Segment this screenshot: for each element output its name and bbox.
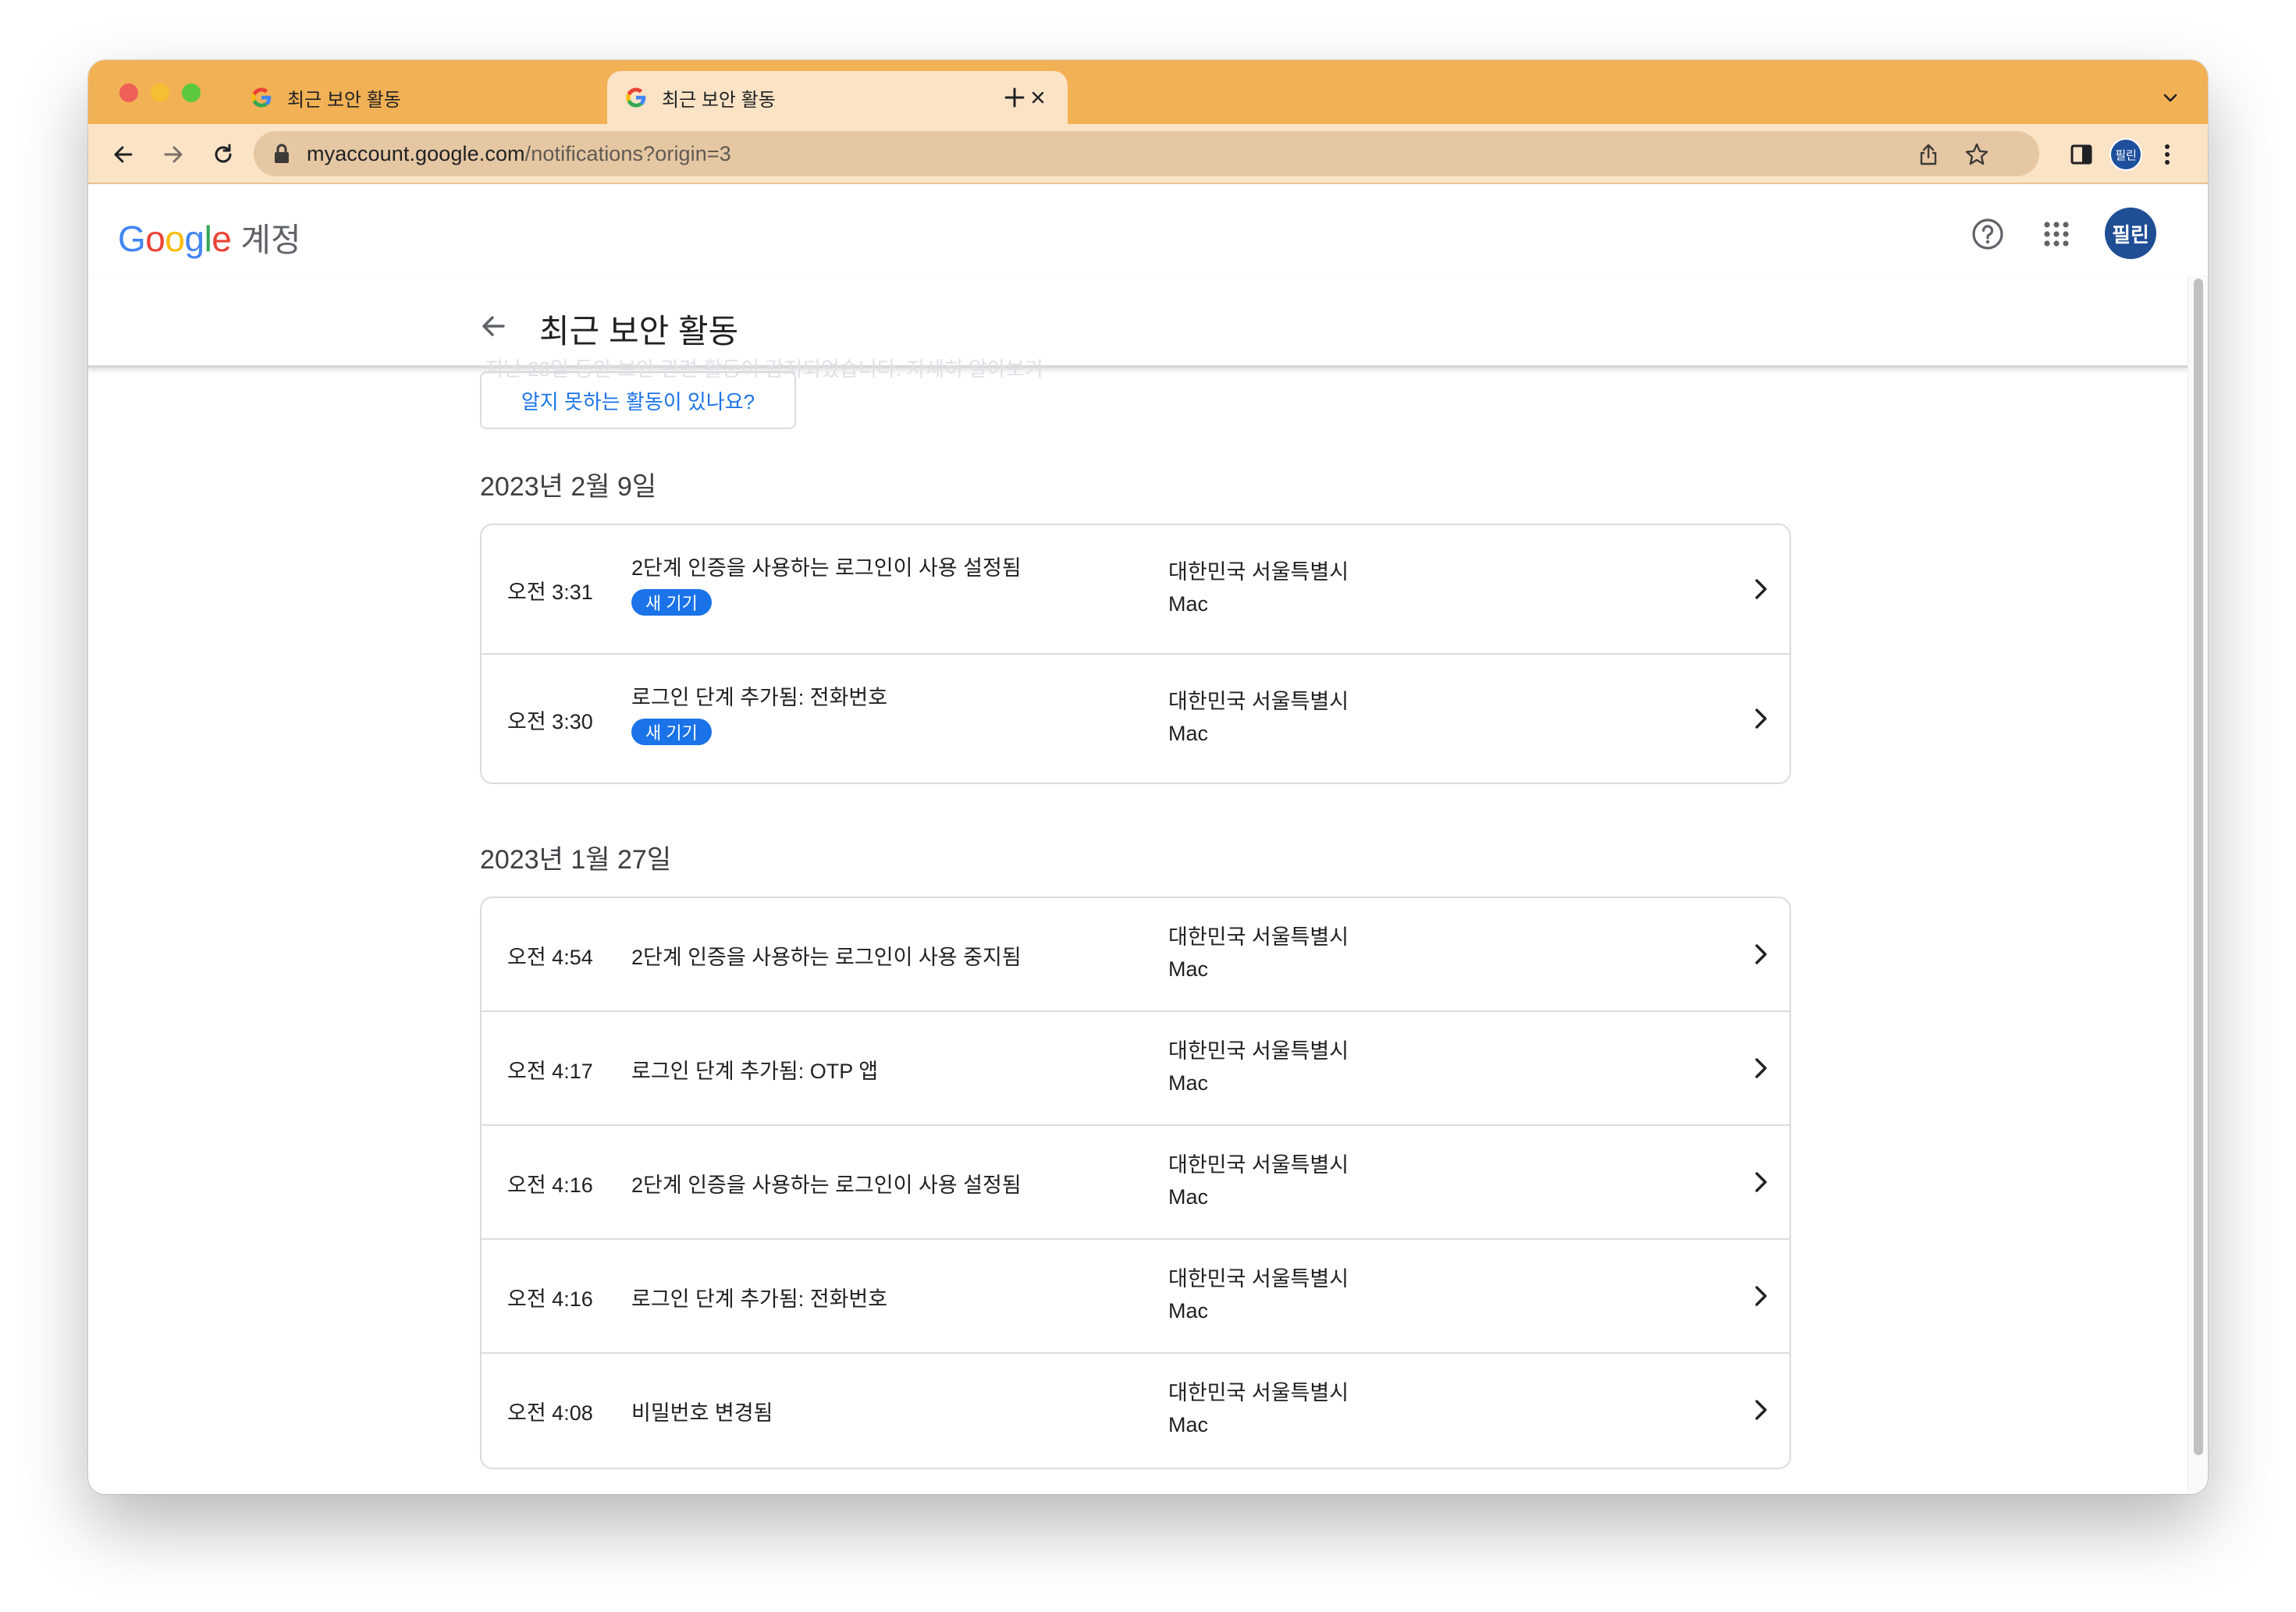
chevron-right-icon[interactable] [1746,573,1777,605]
tab-strip: 최근 보안 활동 최근 보안 활동 [88,60,2208,124]
account-avatar[interactable]: 필린 [2105,208,2156,259]
date-heading: 2023년 1월 27일 [480,845,672,875]
activity-time: 오전 4:54 [507,946,593,969]
activity-event: 로그인 단계 추가됨: OTP 앱 [631,1060,879,1083]
chevron-right-icon[interactable] [1746,1280,1777,1312]
page-viewport: Google 계정 필린 최근 보안 활동 지난 28일 동안 보안 관련 활동… [88,184,2208,1494]
page-description-obscured: 지난 28일 동안 보안 관련 활동이 감지되었습니다. 자세히 알아보기 [485,357,1043,381]
bookmark-star-icon[interactable] [1963,140,1991,169]
vertical-scrollbar[interactable] [2188,275,2208,1494]
share-icon[interactable] [1914,140,1942,169]
kebab-menu-icon[interactable] [2153,138,2181,171]
activity-event: 2단계 인증을 사용하는 로그인이 사용 중지됨 [631,946,1022,969]
new-tab-plus-icon[interactable] [997,80,1032,115]
activity-row[interactable]: 오전 3:31 2단계 인증을 사용하는 로그인이 사용 설정됨 새 기기 대한… [482,525,1790,655]
url-text: myaccount.google.com/notifications?origi… [307,142,731,166]
activity-event: 로그인 단계 추가됨: 전화번호 [631,1287,888,1311]
activity-location: 대한민국 서울특별시 Mac [1168,1267,1349,1323]
activity-time: 오전 4:17 [507,1060,593,1083]
google-account-header: Google 계정 필린 [88,184,2188,275]
activity-location: 대한민국 서울특별시 Mac [1168,1039,1349,1095]
activity-event: 2단계 인증을 사용하는 로그인이 사용 설정됨 [631,556,1022,580]
url-path: /notifications?origin=3 [524,141,731,165]
page-title: 최근 보안 활동 [539,313,739,350]
new-device-badge: 새 기기 [631,589,712,616]
apps-grid-icon[interactable] [2038,215,2075,253]
activity-time: 오전 4:16 [507,1287,593,1311]
activity-row[interactable]: 오전 3:30 로그인 단계 추가됨: 전화번호 새 기기 대한민국 서울특별시… [482,655,1790,783]
close-window-button[interactable] [119,83,138,102]
page-subheader: 최근 보안 활동 지난 28일 동안 보안 관련 활동이 감지되었습니다. 자세… [88,275,2188,381]
profile-button[interactable]: 필린 [2106,138,2145,171]
profile-avatar: 필린 [2109,138,2142,171]
activity-row[interactable]: 오전 4:17 로그인 단계 추가됨: OTP 앱 대한민국 서울특별시 Mac [482,1012,1790,1126]
activity-card: 오전 3:31 2단계 인증을 사용하는 로그인이 사용 설정됨 새 기기 대한… [480,524,1791,784]
activity-event: 비밀번호 변경됨 [631,1401,773,1425]
activity-time: 오전 3:30 [507,710,593,733]
chevron-right-icon[interactable] [1746,1394,1777,1426]
zoom-window-button[interactable] [182,83,201,102]
activity-row[interactable]: 오전 4:16 2단계 인증을 사용하는 로그인이 사용 설정됨 대한민국 서울… [482,1126,1790,1240]
activity-time: 오전 4:08 [507,1401,593,1425]
google-account-logo[interactable]: Google 계정 [118,214,301,261]
browser-toolbar: myaccount.google.com/notifications?origi… [88,124,2208,184]
activity-time: 오전 4:16 [507,1173,593,1197]
activity-time: 오전 3:31 [507,581,593,604]
activity-row[interactable]: 오전 4:08 비밀번호 변경됨 대한민국 서울특별시 Mac [482,1354,1790,1468]
activity-location: 대한민국 서울특별시 Mac [1168,925,1349,981]
activity-location: 대한민국 서울특별시 Mac [1168,1381,1349,1436]
chevron-right-icon[interactable] [1746,1166,1777,1198]
account-label: 계정 [240,222,301,258]
activity-row[interactable]: 오전 4:16 로그인 단계 추가됨: 전화번호 대한민국 서울특별시 Mac [482,1240,1790,1354]
browser-window: 최근 보안 활동 최근 보안 활동 myaccount.google.com/n… [88,60,2208,1494]
tab-title: 최근 보안 활동 [287,89,401,111]
chevron-right-icon[interactable] [1746,1053,1777,1084]
chevron-right-icon[interactable] [1746,939,1777,970]
tab-search-chevron-down-icon[interactable] [2155,82,2186,113]
new-device-badge: 새 기기 [631,719,712,745]
scrollbar-thumb[interactable] [2194,279,2203,1455]
back-arrow-icon[interactable] [474,307,513,346]
activity-card: 오전 4:54 2단계 인증을 사용하는 로그인이 사용 중지됨 대한민국 서울… [480,897,1791,1469]
activity-location: 대한민국 서울특별시 Mac [1168,560,1349,616]
chevron-right-icon[interactable] [1746,703,1777,734]
activity-event: 2단계 인증을 사용하는 로그인이 사용 설정됨 [631,1173,1022,1197]
side-panel-icon[interactable] [2064,138,2099,171]
lock-icon[interactable] [271,143,293,165]
activity-row[interactable]: 오전 4:54 2단계 인증을 사용하는 로그인이 사용 중지됨 대한민국 서울… [482,898,1790,1012]
help-icon[interactable] [1969,215,2006,253]
date-heading: 2023년 2월 9일 [480,472,657,502]
tab-title: 최근 보안 활동 [662,89,776,111]
url-host: myaccount.google.com [307,141,525,165]
reload-icon[interactable] [207,138,240,171]
forward-arrow-icon[interactable] [157,138,190,171]
activity-location: 대한민국 서울특별시 Mac [1168,1153,1349,1209]
activity-location: 대한민국 서울특별시 Mac [1168,690,1349,745]
google-logo: Google [118,218,232,259]
address-bar[interactable]: myaccount.google.com/notifications?origi… [254,131,2039,176]
google-favicon-icon [626,87,646,108]
activity-event: 로그인 단계 추가됨: 전화번호 [631,686,888,709]
google-favicon-icon [251,87,272,108]
minimize-window-button[interactable] [151,83,169,102]
back-arrow-icon[interactable] [107,138,140,171]
